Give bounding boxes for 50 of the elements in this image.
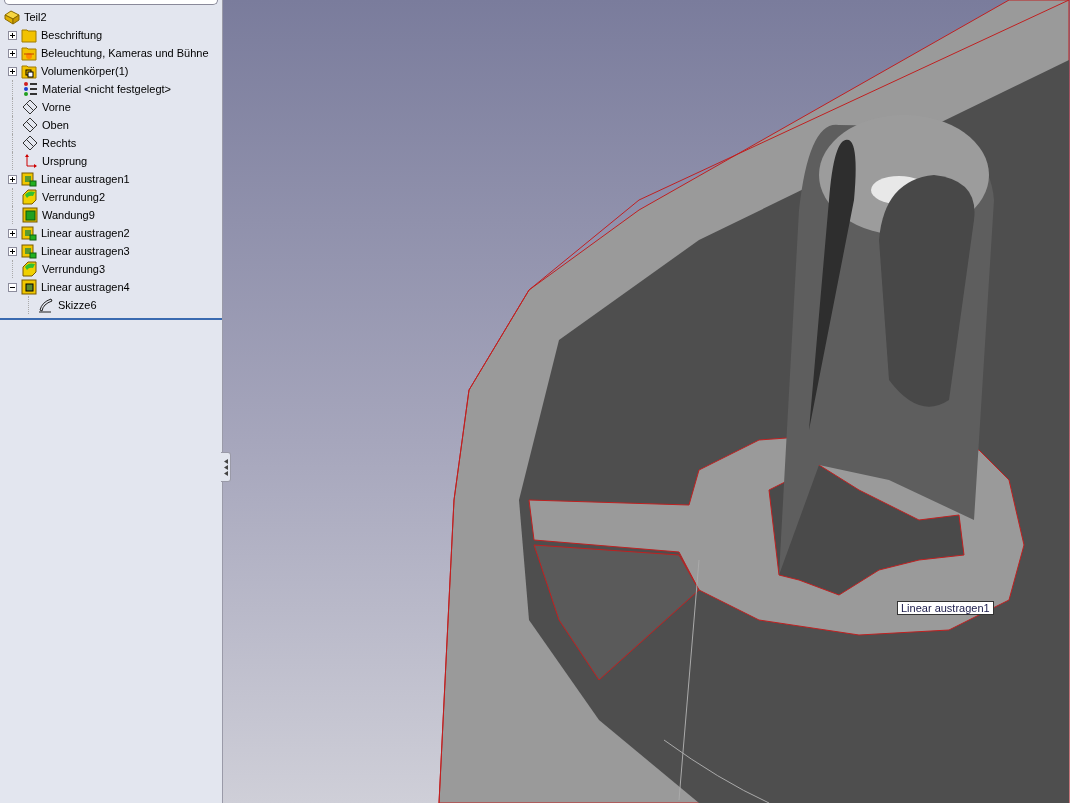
tree-item-label[interactable]: Oben bbox=[42, 119, 69, 131]
cut-icon bbox=[21, 279, 37, 295]
tree-item-label[interactable]: Material <nicht festgelegt> bbox=[42, 83, 172, 95]
plane-icon bbox=[22, 135, 38, 151]
tree-item-label[interactable]: Rechts bbox=[42, 137, 77, 149]
plus-icon bbox=[10, 68, 15, 74]
fillet-icon bbox=[22, 261, 38, 277]
collapse-toggle[interactable] bbox=[8, 282, 17, 292]
plane-icon bbox=[22, 117, 38, 133]
tree-item-label[interactable]: Verrundung2 bbox=[42, 191, 105, 203]
extrude-icon bbox=[21, 171, 37, 187]
shell-icon bbox=[22, 207, 38, 223]
part-icon bbox=[4, 9, 20, 25]
fillet-icon bbox=[22, 189, 38, 205]
expand-toggle[interactable] bbox=[8, 246, 17, 256]
plus-icon bbox=[10, 230, 15, 236]
tree-item-label[interactable]: Linear austragen2 bbox=[41, 227, 130, 239]
extrude-icon bbox=[21, 225, 37, 241]
extrude-icon bbox=[21, 243, 37, 259]
tooltip: Linear austragen1 bbox=[897, 601, 994, 615]
tree-item-label[interactable]: Teil2 bbox=[24, 11, 47, 23]
material-icon bbox=[22, 81, 38, 97]
tree-item-label[interactable]: Linear austragen1 bbox=[41, 173, 130, 185]
tree-item-label[interactable]: Wandung9 bbox=[42, 209, 95, 221]
tree-item-label[interactable]: Linear austragen4 bbox=[41, 281, 130, 293]
tree-item-label[interactable]: Volumenkörper(1) bbox=[41, 65, 129, 77]
tree-item-label[interactable]: Vorne bbox=[42, 101, 71, 113]
minus-icon bbox=[10, 284, 15, 290]
lights-folder-icon bbox=[21, 45, 37, 61]
tree-item-label[interactable]: Skizze6 bbox=[58, 299, 97, 311]
bodies-folder-icon bbox=[21, 63, 37, 79]
plane-icon bbox=[22, 99, 38, 115]
sketch-icon bbox=[38, 297, 54, 313]
expand-toggle[interactable] bbox=[8, 66, 17, 76]
expand-toggle[interactable] bbox=[8, 30, 17, 40]
expand-toggle[interactable] bbox=[8, 48, 17, 58]
filter-field[interactable] bbox=[4, 0, 218, 5]
tree-item-label[interactable]: Ursprung bbox=[42, 155, 88, 167]
tree-item-label[interactable]: Beleuchtung, Kameras und Bühne bbox=[41, 47, 209, 59]
origin-icon bbox=[22, 153, 38, 169]
tree-item-label[interactable]: Linear austragen3 bbox=[41, 245, 130, 257]
plus-icon bbox=[10, 50, 15, 56]
plus-icon bbox=[10, 32, 15, 38]
annotation-folder-icon bbox=[21, 27, 37, 43]
plus-icon bbox=[10, 176, 15, 182]
expand-toggle[interactable] bbox=[8, 228, 17, 238]
plus-icon bbox=[10, 248, 15, 254]
expand-toggle[interactable] bbox=[8, 174, 17, 184]
tree-item-label[interactable]: Verrundung3 bbox=[42, 263, 105, 275]
tree-item-label[interactable]: Beschriftung bbox=[41, 29, 103, 41]
